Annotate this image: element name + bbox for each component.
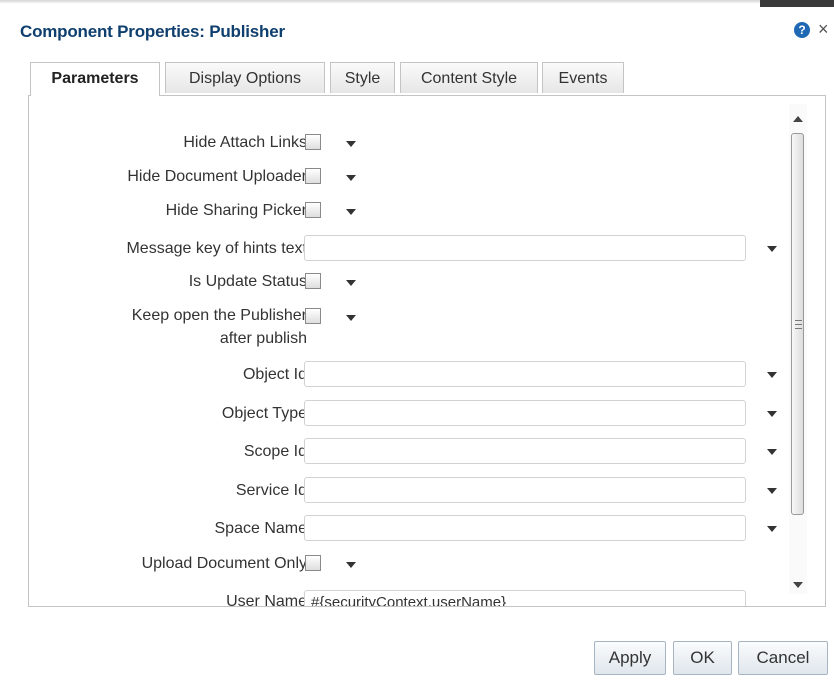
is-update-status-checkbox[interactable] bbox=[305, 273, 321, 289]
field-label: Space Name bbox=[214, 520, 308, 537]
dropdown-caret-icon[interactable] bbox=[346, 209, 356, 215]
field-label: Object Type bbox=[221, 405, 307, 422]
field-row-object-id: Object Id bbox=[29, 361, 799, 389]
tab-display-options[interactable]: Display Options bbox=[165, 62, 325, 93]
cancel-button[interactable]: Cancel bbox=[738, 641, 828, 675]
scroll-down-arrow-icon[interactable] bbox=[793, 582, 803, 588]
field-label-continued: after publish bbox=[219, 330, 307, 347]
field-label: Hide Sharing Picker bbox=[165, 202, 307, 219]
dropdown-caret-icon[interactable] bbox=[767, 526, 777, 532]
scope-id-input[interactable] bbox=[304, 438, 746, 464]
close-icon[interactable]: × bbox=[818, 19, 829, 40]
message-key-input[interactable] bbox=[304, 235, 746, 261]
field-row-service-id: Service Id bbox=[29, 477, 799, 505]
field-label: Service Id bbox=[235, 482, 307, 499]
dropdown-caret-icon[interactable] bbox=[346, 141, 356, 147]
field-row-upload-document-only: Upload Document Only bbox=[29, 553, 799, 577]
help-icon[interactable]: ? bbox=[794, 22, 810, 38]
field-row-is-update-status: Is Update Status bbox=[29, 271, 799, 295]
object-type-input[interactable] bbox=[304, 400, 746, 426]
scrollbar-thumb[interactable] bbox=[791, 133, 804, 515]
tab-content-style[interactable]: Content Style bbox=[400, 62, 538, 93]
ok-button[interactable]: OK bbox=[673, 641, 732, 675]
window-edge bbox=[760, 0, 834, 7]
field-row-object-type: Object Type bbox=[29, 400, 799, 428]
service-id-input[interactable] bbox=[304, 477, 746, 503]
field-row-hide-document-uploader: Hide Document Uploader bbox=[29, 166, 799, 190]
field-label: Keep open the Publisher bbox=[131, 307, 307, 324]
object-id-input[interactable] bbox=[304, 361, 746, 387]
field-label: Hide Attach Links bbox=[183, 134, 307, 151]
tab-parameters[interactable]: Parameters bbox=[30, 62, 160, 96]
field-row-scope-id: Scope Id bbox=[29, 438, 799, 466]
dialog-title: Component Properties: Publisher bbox=[20, 22, 285, 41]
dropdown-caret-icon[interactable] bbox=[767, 372, 777, 378]
vertical-scrollbar[interactable] bbox=[789, 104, 807, 594]
dropdown-caret-icon[interactable] bbox=[767, 411, 777, 417]
field-label: User Name bbox=[226, 593, 307, 607]
dropdown-caret-icon[interactable] bbox=[346, 315, 356, 321]
tab-style[interactable]: Style bbox=[330, 62, 395, 93]
dropdown-caret-icon[interactable] bbox=[346, 562, 356, 568]
hide-sharing-picker-checkbox[interactable] bbox=[305, 202, 321, 218]
dropdown-caret-icon[interactable] bbox=[346, 175, 356, 181]
apply-button[interactable]: Apply bbox=[594, 641, 666, 675]
field-label: Hide Document Uploader bbox=[127, 168, 307, 185]
dropdown-caret-icon[interactable] bbox=[346, 280, 356, 286]
upload-document-only-checkbox[interactable] bbox=[305, 555, 321, 571]
field-label: Object Id bbox=[242, 366, 307, 383]
field-row-keep-open: Keep open the Publisher after publish bbox=[29, 306, 799, 352]
field-label: Message key of hints text bbox=[126, 240, 307, 257]
top-border bbox=[0, 0, 834, 3]
parameters-panel: Hide Attach Links Hide Document Uploader… bbox=[28, 95, 826, 607]
field-label: Scope Id bbox=[243, 443, 307, 460]
keep-open-checkbox[interactable] bbox=[305, 308, 321, 324]
field-row-space-name: Space Name bbox=[29, 515, 799, 543]
grip-icon bbox=[795, 320, 802, 329]
field-row-user-name: User Name #{securityContext.userName} bbox=[29, 590, 799, 607]
field-row-hide-sharing-picker: Hide Sharing Picker bbox=[29, 200, 799, 224]
field-row-message-key: Message key of hints text bbox=[29, 235, 799, 263]
user-name-input[interactable]: #{securityContext.userName} bbox=[304, 590, 746, 606]
tab-events[interactable]: Events bbox=[542, 62, 624, 93]
hide-document-uploader-checkbox[interactable] bbox=[305, 168, 321, 184]
dropdown-caret-icon[interactable] bbox=[767, 449, 777, 455]
field-label: Upload Document Only bbox=[141, 555, 307, 572]
dropdown-caret-icon[interactable] bbox=[767, 488, 777, 494]
field-row-hide-attach-links: Hide Attach Links bbox=[29, 132, 799, 156]
dropdown-caret-icon[interactable] bbox=[767, 246, 777, 252]
scroll-up-arrow-icon[interactable] bbox=[793, 116, 803, 122]
field-label: Is Update Status bbox=[188, 273, 307, 290]
hide-attach-links-checkbox[interactable] bbox=[305, 134, 321, 150]
space-name-input[interactable] bbox=[304, 515, 746, 541]
